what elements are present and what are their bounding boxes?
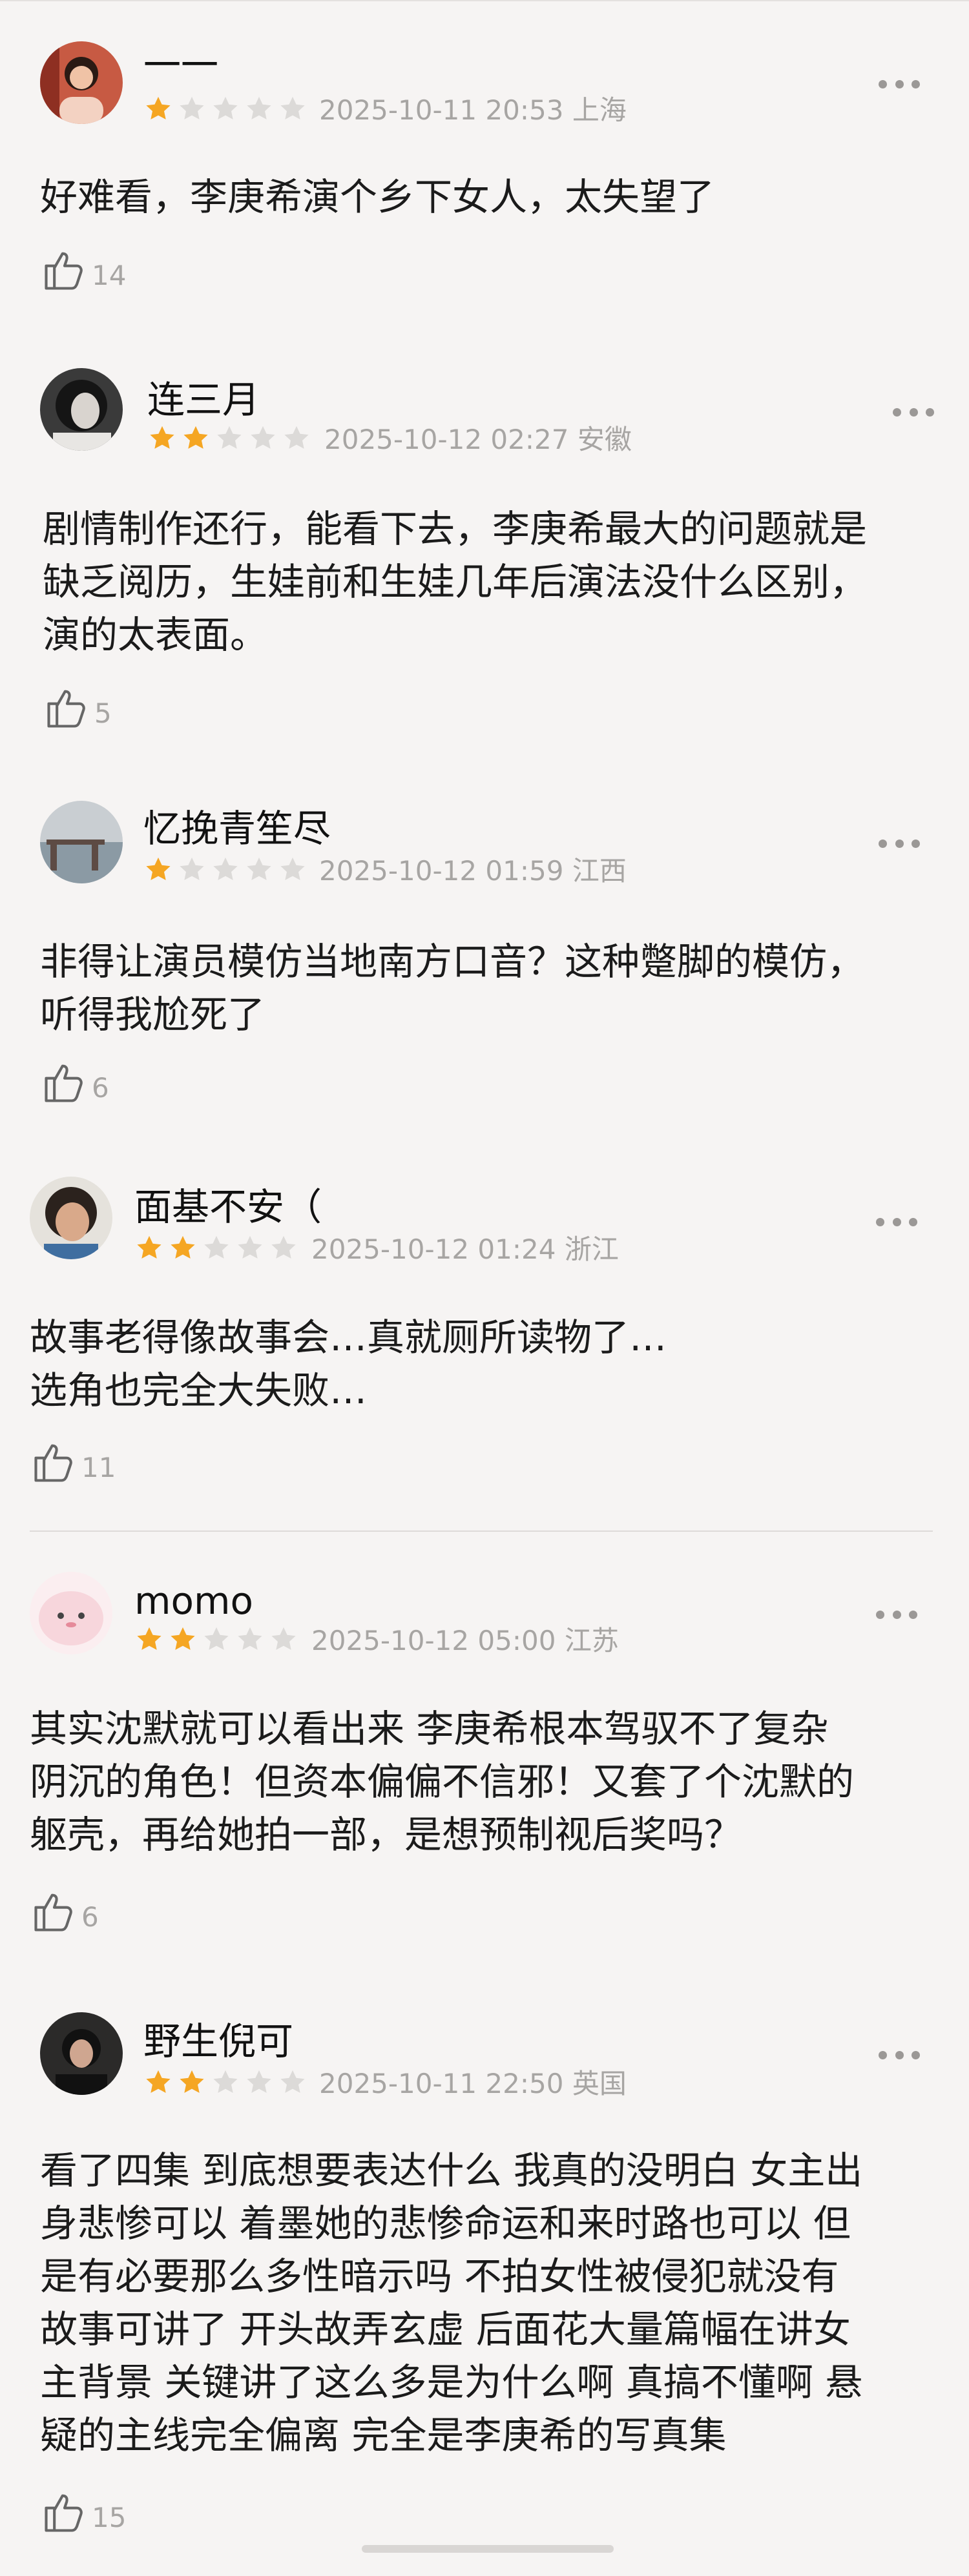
avatar[interactable] (40, 41, 123, 124)
username[interactable]: momo (134, 1578, 253, 1623)
star-empty-icon (280, 857, 305, 880)
comment-text: 非得让演员模仿当地南方口音？这种蹩脚的模仿， 听得我尬死了 (40, 940, 865, 1036)
comment-date: 2025-10-12 01:59 (319, 855, 564, 887)
more-dots-icon[interactable] (879, 2048, 920, 2061)
star-filled-icon (137, 1627, 162, 1650)
comment-location: 安徽 (577, 424, 632, 455)
star-filled-icon (171, 1235, 195, 1259)
star-filled-icon (146, 2070, 171, 2093)
comment-date: 2025-10-12 01:24 (311, 1233, 556, 1265)
star-empty-icon (238, 1627, 262, 1650)
comment-location: 英国 (572, 2068, 627, 2099)
thumbs-up-icon (30, 1887, 79, 1936)
star-empty-icon (251, 426, 275, 449)
thumbs-up-icon (40, 1058, 89, 1107)
comment-meta: 2025-10-11 22:50 英国 (319, 2068, 627, 2100)
avatar[interactable] (40, 2012, 123, 2095)
like-count: 15 (92, 2502, 127, 2533)
star-filled-icon (137, 1235, 162, 1259)
like-count: 11 (81, 1452, 116, 1483)
star-empty-icon (247, 2070, 271, 2093)
like-count: 6 (81, 1901, 99, 1933)
more-dots-icon[interactable] (876, 1215, 917, 1228)
avatar[interactable] (30, 1177, 112, 1259)
comment-location: 江苏 (564, 1625, 619, 1656)
star-rating (134, 1625, 298, 1657)
comment-date: 2025-10-11 20:53 (319, 94, 564, 126)
star-empty-icon (180, 857, 204, 880)
avatar[interactable] (30, 1572, 112, 1654)
top-edge (0, 0, 969, 1)
comment-date: 2025-10-11 22:50 (319, 2068, 564, 2099)
comment-text: 其实沈默就可以看出来 李庚希根本驾驭不了复杂 阴沉的角色！但资本偏偏不信邪！又套… (30, 1707, 855, 1857)
username[interactable]: 一一 (143, 43, 218, 88)
comment-meta: 2025-10-12 02:27 安徽 (324, 424, 632, 456)
username[interactable]: 忆挽青笙尽 (143, 806, 331, 851)
comment-location: 浙江 (564, 1233, 619, 1265)
star-filled-icon (171, 1627, 195, 1650)
like-button[interactable]: 15 (40, 2485, 126, 2537)
star-empty-icon (247, 96, 271, 119)
comment-meta: 2025-10-12 05:00 江苏 (311, 1625, 619, 1657)
star-empty-icon (204, 1627, 229, 1650)
username[interactable]: 连三月 (147, 377, 260, 422)
star-empty-icon (247, 857, 271, 880)
star-rating (147, 424, 311, 456)
star-empty-icon (213, 2070, 238, 2093)
section-divider (30, 1530, 933, 1532)
comment-meta: 2025-10-11 20:53 上海 (319, 94, 627, 127)
like-count: 5 (94, 697, 112, 729)
comment-location: 江西 (572, 855, 627, 887)
star-filled-icon (183, 426, 208, 449)
comment-location: 上海 (572, 94, 627, 126)
star-empty-icon (271, 1627, 296, 1650)
star-rating (134, 1233, 298, 1266)
comment-meta: 2025-10-12 01:24 浙江 (311, 1233, 619, 1266)
like-button[interactable]: 6 (40, 1055, 109, 1107)
comment-text: 故事老得像故事会…真就厕所读物了… 选角也完全大失败… (30, 1315, 667, 1412)
comment-text: 好难看，李庚希演个乡下女人，太失望了 (40, 175, 715, 219)
thumbs-up-icon (40, 2488, 89, 2537)
comment-text: 看了四集 到底想要表达什么 我真的没明白 女主出 身悲惨可以 着墨她的悲惨命运和… (40, 2148, 863, 2457)
star-rating (143, 94, 307, 127)
like-button[interactable]: 11 (30, 1435, 116, 1487)
like-count: 6 (92, 1072, 109, 1104)
star-empty-icon (213, 857, 238, 880)
username[interactable]: 面基不安（ (134, 1184, 322, 1230)
star-filled-icon (146, 96, 171, 119)
thumbs-up-icon (30, 1437, 79, 1487)
username[interactable]: 野生倪可 (143, 2019, 293, 2064)
more-dots-icon[interactable] (893, 406, 934, 418)
star-empty-icon (238, 1235, 262, 1259)
comment-meta: 2025-10-12 01:59 江西 (319, 855, 627, 887)
comment-date: 2025-10-12 02:27 (324, 424, 569, 455)
like-button[interactable]: 14 (40, 243, 126, 294)
star-rating (143, 2068, 307, 2100)
star-filled-icon (146, 857, 171, 880)
star-filled-icon (180, 2070, 204, 2093)
avatar[interactable] (40, 801, 123, 883)
more-dots-icon[interactable] (876, 1608, 917, 1621)
like-button[interactable]: 6 (30, 1884, 99, 1936)
star-empty-icon (280, 96, 305, 119)
comment-text: 剧情制作还行，能看下去，李庚希最大的问题就是 缺乏阅历，生娃前和生娃几年后演法没… (43, 507, 868, 657)
star-empty-icon (213, 96, 238, 119)
star-empty-icon (280, 2070, 305, 2093)
home-indicator[interactable] (362, 2535, 614, 2563)
star-filled-icon (150, 426, 174, 449)
more-dots-icon[interactable] (879, 77, 920, 90)
star-rating (143, 855, 307, 887)
like-count: 14 (92, 260, 127, 291)
like-button[interactable]: 5 (43, 681, 112, 732)
thumbs-up-icon (40, 245, 89, 294)
thumbs-up-icon (43, 683, 92, 732)
avatar[interactable] (40, 368, 123, 451)
star-empty-icon (180, 96, 204, 119)
star-empty-icon (271, 1235, 296, 1259)
star-empty-icon (204, 1235, 229, 1259)
star-empty-icon (284, 426, 309, 449)
comment-date: 2025-10-12 05:00 (311, 1625, 556, 1656)
more-dots-icon[interactable] (879, 837, 920, 850)
star-empty-icon (217, 426, 242, 449)
